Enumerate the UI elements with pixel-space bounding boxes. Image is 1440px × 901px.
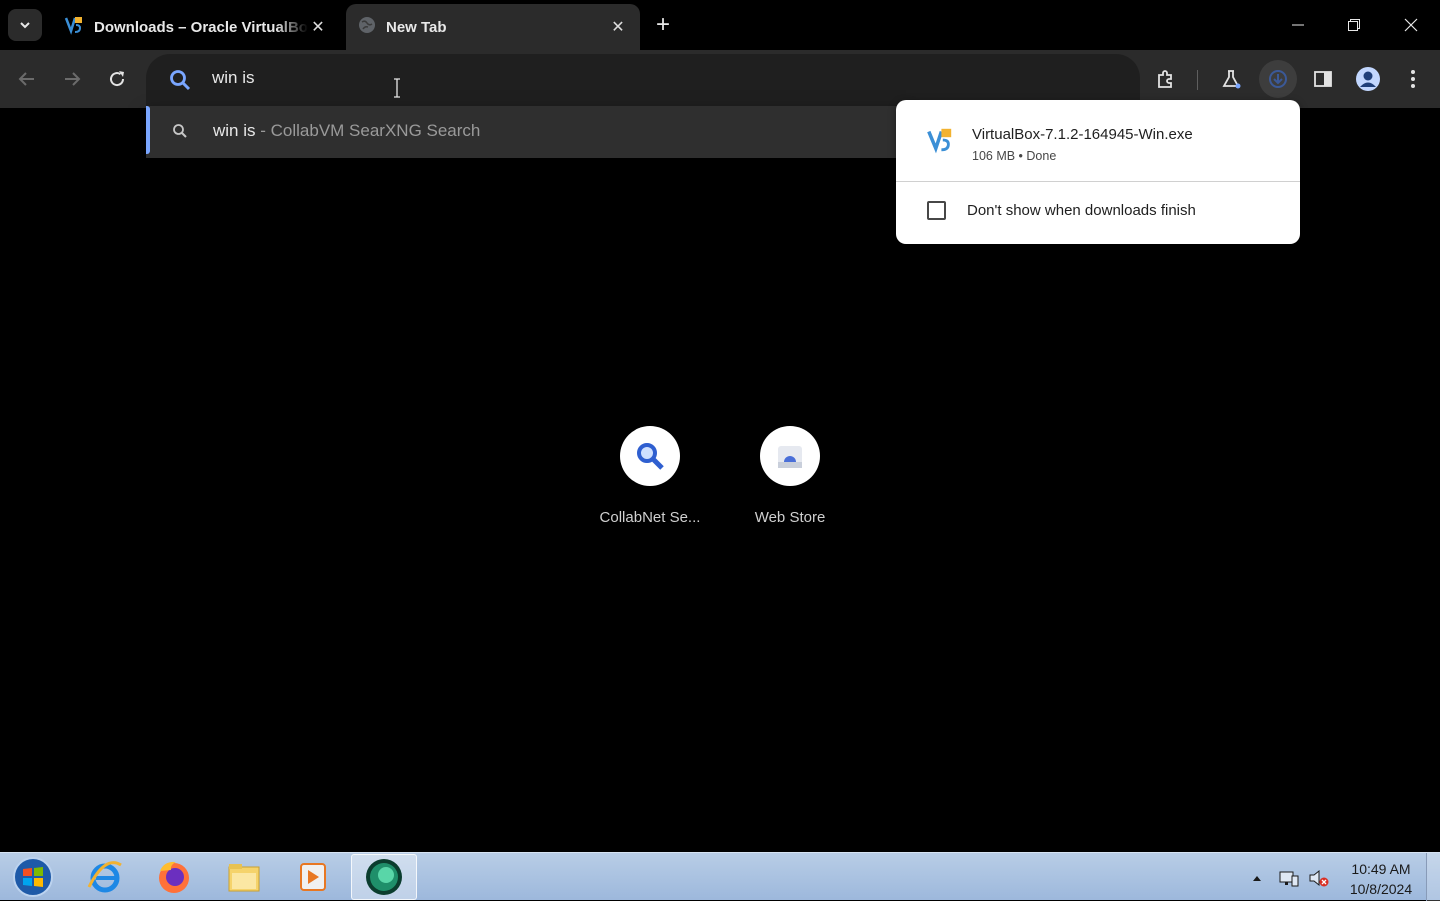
arrow-right-icon <box>65 72 81 86</box>
search-icon <box>172 123 188 144</box>
tab-search-button[interactable] <box>8 9 42 41</box>
suggestion-query: win is <box>213 121 256 140</box>
close-icon[interactable]: ✕ <box>608 17 628 37</box>
omnibox-suggestion[interactable]: win is - CollabVM SearXNG Search <box>146 106 906 158</box>
flask-icon <box>1222 70 1241 89</box>
back-button[interactable] <box>10 62 44 96</box>
downloads-button[interactable] <box>1259 60 1297 98</box>
system-clock[interactable]: 10:49 AM 10/8/2024 <box>1336 859 1426 899</box>
show-desktop-button[interactable] <box>1426 853 1440 901</box>
network-icon[interactable] <box>1278 867 1300 889</box>
web-store-icon <box>778 446 802 468</box>
shortcut-label: Web Store <box>754 509 826 526</box>
download-icon <box>1269 70 1287 88</box>
puzzle-icon <box>1158 70 1172 88</box>
side-panel-icon <box>1314 71 1332 87</box>
profile-button[interactable] <box>1351 62 1385 96</box>
start-button[interactable] <box>0 854 66 900</box>
avatar-icon <box>1356 67 1380 91</box>
dont-show-checkbox[interactable] <box>927 201 946 220</box>
close-window-button[interactable] <box>1388 8 1434 42</box>
tab-title: New Tab <box>386 18 447 36</box>
shortcut-web-store[interactable]: Web Store <box>720 426 860 526</box>
download-status: 106 MB • Done <box>972 149 1057 163</box>
minimize-icon <box>1292 24 1304 26</box>
shortcut-collabnet[interactable]: CollabNet Se... <box>580 426 720 526</box>
chrome-taskbar-button[interactable] <box>351 854 417 900</box>
menu-button[interactable] <box>1396 62 1430 96</box>
tab-downloads[interactable]: Downloads – Oracle VirtualBox ✕ <box>52 4 340 50</box>
shortcut-icon-circle <box>620 426 680 486</box>
divider <box>896 181 1300 182</box>
suggestion-focus-bar <box>146 106 150 154</box>
more-vert-icon <box>1411 70 1415 88</box>
virtualbox-icon <box>64 15 84 39</box>
tab-title: Downloads – Oracle VirtualBox <box>94 18 308 36</box>
close-icon[interactable]: ✕ <box>308 17 328 37</box>
new-tab-button[interactable]: + <box>650 11 676 38</box>
extensions-button[interactable] <box>1149 62 1183 96</box>
internet-explorer-icon[interactable] <box>72 854 138 900</box>
media-player-icon[interactable] <box>280 854 346 900</box>
search-icon <box>637 443 664 470</box>
shortcut-icon-circle <box>760 426 820 486</box>
shortcut-label: CollabNet Se... <box>599 509 701 526</box>
reload-icon <box>110 71 125 87</box>
search-icon <box>168 68 192 97</box>
restore-button[interactable] <box>1331 8 1377 42</box>
clock-date: 10/8/2024 <box>1349 881 1413 897</box>
globe-icon <box>358 16 376 38</box>
volume-muted-icon[interactable] <box>1308 867 1330 889</box>
side-panel-button[interactable] <box>1306 62 1340 96</box>
labs-button[interactable] <box>1214 62 1248 96</box>
tray-overflow-icon[interactable] <box>1246 867 1268 889</box>
windows-logo-icon <box>13 857 53 897</box>
suggestion-text: win is - CollabVM SearXNG Search <box>213 121 480 141</box>
virtualbox-icon <box>926 126 954 159</box>
reload-button[interactable] <box>100 62 134 96</box>
clock-time: 10:49 AM <box>1351 861 1411 877</box>
firefox-icon[interactable] <box>141 854 207 900</box>
restore-icon <box>1348 19 1360 31</box>
download-bubble: VirtualBox-7.1.2-164945-Win.exe 106 MB •… <box>896 100 1300 244</box>
text-cursor-icon <box>391 78 403 98</box>
dont-show-label[interactable]: Don't show when downloads finish <box>967 202 1196 219</box>
chevron-down-icon <box>20 22 30 29</box>
close-icon <box>1404 18 1418 32</box>
tab-strip: Downloads – Oracle VirtualBox ✕ New Tab … <box>0 0 1440 50</box>
suggestion-source: - CollabVM SearXNG Search <box>255 121 481 140</box>
omnibox[interactable] <box>146 54 1140 106</box>
file-explorer-icon[interactable] <box>211 854 277 900</box>
omnibox-input[interactable]: win is <box>212 68 255 88</box>
toolbar-divider <box>1197 70 1198 90</box>
minimize-button[interactable] <box>1275 8 1321 42</box>
chrome-icon <box>366 859 402 895</box>
download-file-name[interactable]: VirtualBox-7.1.2-164945-Win.exe <box>972 126 1193 143</box>
tab-new-tab[interactable]: New Tab ✕ <box>346 4 640 50</box>
taskbar: 10:49 AM 10/8/2024 <box>0 852 1440 901</box>
forward-button[interactable] <box>55 62 89 96</box>
arrow-left-icon <box>18 72 34 86</box>
